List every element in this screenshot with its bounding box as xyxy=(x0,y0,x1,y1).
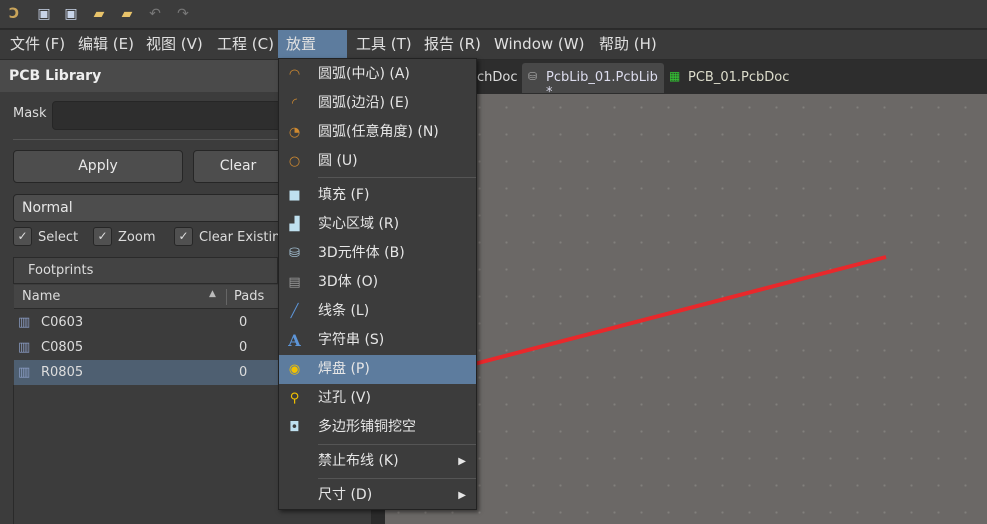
menu-item-via[interactable]: ⚲ 过孔 (V) xyxy=(279,384,476,413)
string-icon: A xyxy=(288,331,301,350)
fill-icon: ■ xyxy=(288,188,301,203)
arc-any-angle-icon: ◔ xyxy=(288,125,301,140)
menu-item-circle[interactable]: ○ 圆 (U) xyxy=(279,147,476,176)
menu-item-dimension[interactable]: 尺寸 (D) ▶ xyxy=(279,481,476,510)
menu-item-polygon-cutout[interactable]: ◘ 多边形铺铜挖空 xyxy=(279,413,476,442)
3d-component-body-icon: ⛁ xyxy=(289,246,300,261)
menu-item-pad[interactable]: ◉ 焊盘 (P) xyxy=(279,355,476,384)
arc-center-icon: ◠ xyxy=(288,67,301,82)
menu-item-keepout[interactable]: 禁止布线 (K) ▶ xyxy=(279,447,476,476)
menu-item-arc-center[interactable]: ◠ 圆弧(中心) (A) xyxy=(279,60,476,89)
menu-separator xyxy=(318,444,476,445)
annotation-arrow xyxy=(436,255,887,378)
menu-item-line[interactable]: ╱ 线条 (L) xyxy=(279,297,476,326)
menu-item-arc-any-angle[interactable]: ◔ 圆弧(任意角度) (N) xyxy=(279,118,476,147)
3d-body-icon: ▤ xyxy=(288,275,301,290)
menu-item-solid-region[interactable]: ▟ 实心区域 (R) xyxy=(279,210,476,239)
menu-item-3d-component-body[interactable]: ⛁ 3D元件体 (B) xyxy=(279,239,476,268)
arc-edge-icon: ◜ xyxy=(291,96,298,111)
arrow-shaft xyxy=(454,255,887,371)
menu-item-string[interactable]: A 字符串 (S) xyxy=(279,326,476,355)
menu-separator xyxy=(318,478,476,479)
via-icon: ⚲ xyxy=(289,391,300,406)
polygon-cutout-icon: ◘ xyxy=(289,420,300,435)
menu-item-3d-body[interactable]: ▤ 3D体 (O) xyxy=(279,268,476,297)
line-icon: ╱ xyxy=(290,304,299,319)
place-menu-dropdown: ◠ 圆弧(中心) (A) ◜ 圆弧(边沿) (E) ◔ 圆弧(任意角度) (N) ○ 圆… xyxy=(278,58,477,510)
submenu-arrow-icon: ▶ xyxy=(458,490,466,501)
circle-icon: ○ xyxy=(288,154,301,169)
menu-item-fill[interactable]: ■ 填充 (F) xyxy=(279,181,476,210)
submenu-arrow-icon: ▶ xyxy=(458,456,466,467)
solid-region-icon: ▟ xyxy=(289,217,300,232)
pad-icon: ◉ xyxy=(288,362,301,377)
menu-item-arc-edge[interactable]: ◜ 圆弧(边沿) (E) xyxy=(279,89,476,118)
menu-separator xyxy=(318,177,476,178)
